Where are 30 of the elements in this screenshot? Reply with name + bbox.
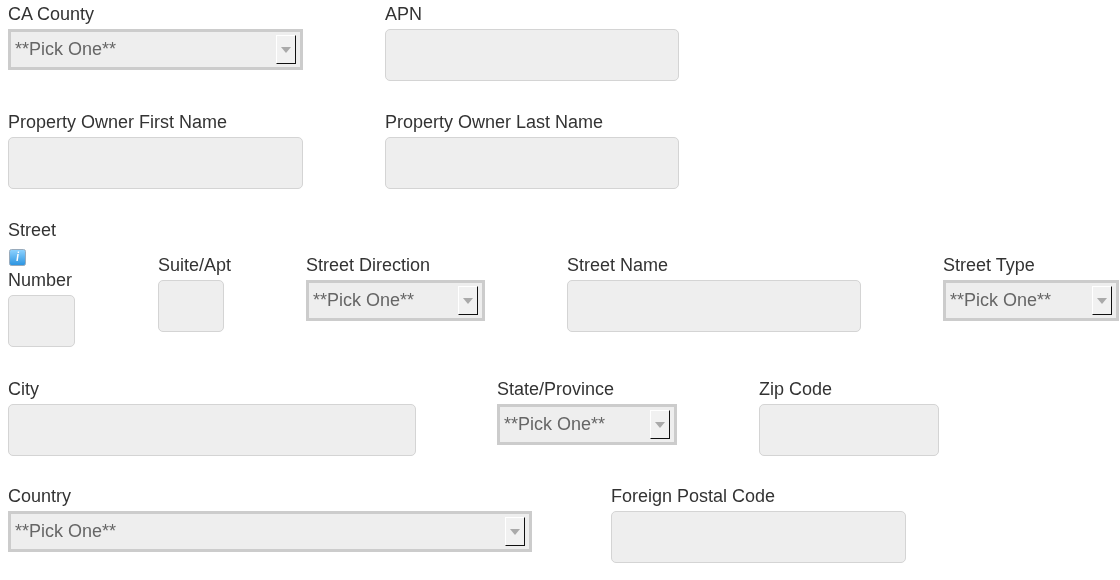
field-label: APN xyxy=(385,3,422,25)
field-label: State/Province xyxy=(497,378,615,400)
field-label: Property Owner Last Name xyxy=(385,111,604,133)
dropdown[interactable]: **Pick One** xyxy=(497,404,677,445)
field-label: CA County xyxy=(8,3,95,25)
dropdown[interactable]: **Pick One** xyxy=(306,280,485,321)
info-icon[interactable] xyxy=(9,249,26,266)
field-label: Suite/Apt xyxy=(158,254,232,276)
field-label: City xyxy=(8,378,39,400)
dropdown[interactable]: **Pick One** xyxy=(8,511,532,552)
dropdown[interactable]: **Pick One** xyxy=(8,29,303,70)
field-label: Street Name xyxy=(567,254,669,276)
input-field[interactable] xyxy=(611,511,906,563)
field-label: Street xyxy=(8,219,57,241)
input-field[interactable] xyxy=(385,29,679,81)
input-field[interactable] xyxy=(567,280,861,332)
field-label: Street Direction xyxy=(306,254,431,276)
field-label: Foreign Postal Code xyxy=(611,485,776,507)
input-field[interactable] xyxy=(8,404,416,456)
field-label: Zip Code xyxy=(759,378,833,400)
input-field[interactable] xyxy=(8,137,303,189)
dropdown[interactable]: **Pick One** xyxy=(943,280,1119,321)
field-label: Property Owner First Name xyxy=(8,111,228,133)
input-field[interactable] xyxy=(158,280,224,332)
field-label: Street Type xyxy=(943,254,1035,276)
input-field[interactable] xyxy=(759,404,939,456)
field-label: Country xyxy=(8,485,72,507)
field-label: Number xyxy=(8,269,73,291)
input-field[interactable] xyxy=(8,295,75,347)
input-field[interactable] xyxy=(385,137,679,189)
